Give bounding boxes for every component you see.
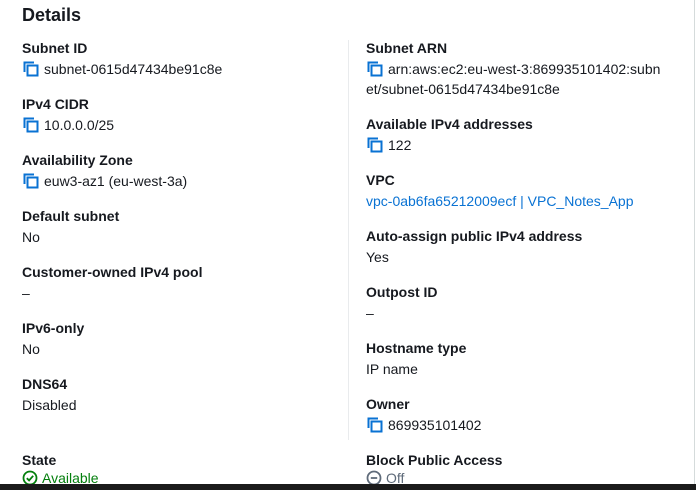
field-value: euw3-az1 (eu-west-3a): [44, 173, 188, 189]
field-label: DNS64: [22, 376, 68, 392]
panel-title: Details: [22, 5, 82, 25]
field-label: Subnet ARN: [366, 40, 448, 56]
field-customer-owned-pool: Customer-owned IPv4 pool –: [22, 263, 202, 303]
field-ipv4-cidr: IPv4 CIDR 10.0.0.0/25: [22, 95, 114, 135]
field-default-subnet: Default subnet No: [22, 207, 119, 247]
field-value: No: [22, 341, 40, 357]
field-value-continued: et/subnet-0615d47434be91c8e: [366, 81, 560, 97]
field-label: Owner: [366, 396, 410, 412]
field-label: IPv6-only: [22, 320, 85, 336]
field-label: Auto-assign public IPv4 address: [366, 228, 583, 244]
column-divider: [348, 40, 349, 440]
field-label: Available IPv4 addresses: [366, 116, 533, 132]
field-outpost-id: Outpost ID –: [366, 283, 438, 323]
field-value: –: [22, 285, 30, 301]
field-value: 869935101402: [388, 417, 482, 433]
copy-icon[interactable]: [366, 416, 384, 434]
field-label: VPC: [366, 172, 395, 188]
field-subnet-arn: Subnet ARN arn:aws:ec2:eu-west-3:8699351…: [366, 39, 686, 99]
field-block-public-access: Block Public Access Off: [366, 451, 502, 484]
field-label: Hostname type: [366, 340, 467, 356]
field-label: Outpost ID: [366, 284, 438, 300]
field-value: 10.0.0.0/25: [44, 117, 115, 133]
field-availability-zone: Availability Zone euw3-az1 (eu-west-3a): [22, 151, 187, 191]
field-label: Default subnet: [22, 208, 120, 224]
copy-icon[interactable]: [22, 60, 40, 78]
status-text: Available: [42, 470, 99, 484]
field-subnet-id: Subnet ID subnet-0615d47434be91c8e: [22, 39, 222, 79]
field-value: Yes: [366, 249, 389, 265]
check-circle-icon: [22, 470, 38, 484]
field-owner: Owner 869935101402: [366, 395, 481, 435]
field-value: No: [22, 229, 40, 245]
field-state: State Available: [22, 451, 99, 484]
bottom-bar: [0, 484, 696, 490]
field-label: Availability Zone: [22, 152, 133, 168]
status-text: Off: [386, 470, 405, 484]
field-value: 122: [388, 137, 412, 153]
field-value: subnet-0615d47434be91c8e: [44, 61, 223, 77]
field-label: IPv4 CIDR: [22, 96, 89, 112]
field-value: IP name: [366, 361, 418, 377]
field-ipv6-only: IPv6-only No: [22, 319, 84, 359]
field-hostname-type: Hostname type IP name: [366, 339, 466, 379]
field-dns64: DNS64 Disabled: [22, 375, 76, 415]
field-label: State: [22, 452, 57, 468]
details-panel: Details Subnet ID subnet-0615d47434be91c…: [0, 0, 695, 484]
vpc-link[interactable]: vpc-0ab6fa65212009ecf | VPC_Notes_App: [366, 193, 634, 209]
copy-icon[interactable]: [22, 172, 40, 190]
field-label: Block Public Access: [366, 452, 503, 468]
field-value: Disabled: [22, 397, 77, 413]
field-auto-assign-ipv4: Auto-assign public IPv4 address Yes: [366, 227, 582, 267]
copy-icon[interactable]: [22, 116, 40, 134]
copy-icon[interactable]: [366, 60, 384, 78]
field-value: –: [366, 305, 374, 321]
field-label: Subnet ID: [22, 40, 88, 56]
minus-circle-icon: [366, 470, 382, 484]
field-label: Customer-owned IPv4 pool: [22, 264, 203, 280]
field-available-ipv4: Available IPv4 addresses 122: [366, 115, 533, 155]
field-value: arn:aws:ec2:eu-west-3:869935101402:subn: [388, 61, 661, 77]
copy-icon[interactable]: [366, 136, 384, 154]
field-vpc: VPC vpc-0ab6fa65212009ecf | VPC_Notes_Ap…: [366, 171, 634, 211]
